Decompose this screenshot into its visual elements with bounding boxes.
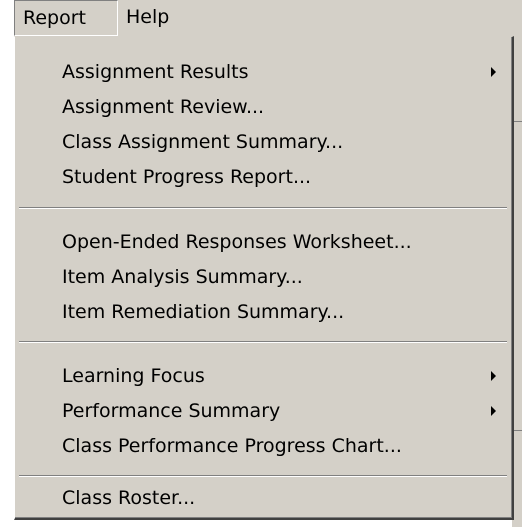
menu-item-class-performance-progress-chart[interactable]: Class Performance Progress Chart... [15,429,511,463]
submenu-arrow-icon [491,406,496,416]
menu-separator [19,475,507,477]
menu-item-item-analysis-summary[interactable]: Item Analysis Summary... [15,260,511,294]
menu-item-assignment-results[interactable]: Assignment Results [15,55,511,89]
menu-item-open-ended-responses-worksheet[interactable]: Open-Ended Responses Worksheet... [15,225,511,259]
menu-item-label: Assignment Results [62,61,249,83]
menu-item-label: Item Remediation Summary... [62,301,345,323]
menu-item-assignment-review[interactable]: Assignment Review... [15,90,511,124]
menu-item-class-roster[interactable]: Class Roster... [15,481,511,515]
menubar-help[interactable]: Help [120,0,190,36]
menu-item-item-remediation-summary[interactable]: Item Remediation Summary... [15,295,511,329]
submenu-arrow-icon [491,67,496,77]
menu-item-label: Item Analysis Summary... [62,266,303,288]
menu-item-label: Learning Focus [62,365,205,387]
menu-item-performance-summary[interactable]: Performance Summary [15,394,511,428]
menu-item-learning-focus[interactable]: Learning Focus [15,359,511,393]
menu-item-label: Performance Summary [62,400,281,422]
menu-item-label: Class Assignment Summary... [62,131,344,153]
menu-item-label: Open-Ended Responses Worksheet... [62,231,412,253]
menu-item-student-progress-report[interactable]: Student Progress Report... [15,160,511,194]
menu-separator [19,207,507,209]
menu-item-label: Student Progress Report... [62,166,312,188]
screen: Report Help Assignment Results Assignmen… [0,0,522,527]
submenu-arrow-icon [491,371,496,381]
menubar-report[interactable]: Report [14,0,118,36]
menu-item-label: Class Performance Progress Chart... [62,435,402,457]
menu-item-label: Assignment Review... [62,96,265,118]
menu-separator [19,341,507,343]
report-dropdown-menu: Assignment Results Assignment Review... … [14,36,514,520]
menu-item-class-assignment-summary[interactable]: Class Assignment Summary... [15,125,511,159]
menu-item-label: Class Roster... [62,487,196,509]
